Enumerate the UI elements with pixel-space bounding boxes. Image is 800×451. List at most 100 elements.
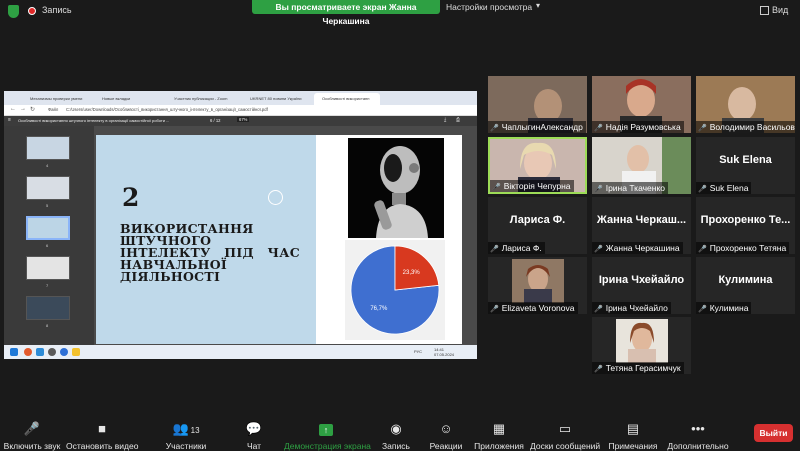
participant-tile[interactable]: Лариса Ф. 🎤 Лариса Ф. <box>488 197 587 254</box>
browser-tab-active[interactable]: Особливості використанн <box>314 93 380 105</box>
share-banner: Вы просматриваете экран Жанна Черкашина <box>252 0 440 26</box>
more-button[interactable]: ••• Дополнительно <box>666 408 730 451</box>
browser-tab[interactable]: Участник публикации - Zoom <box>166 93 238 105</box>
forward-arrow-icon[interactable]: → <box>20 106 26 112</box>
print-icon[interactable]: ⎙ <box>456 117 460 123</box>
recording-label: Запись <box>42 5 72 15</box>
mic-muted-icon: 🎤 <box>594 186 603 193</box>
pdf-title: Особливості використання штучного інтеле… <box>18 118 170 123</box>
participant-tile[interactable]: 🎤 Володимир Васильов... <box>696 76 795 133</box>
pdf-thumbnail[interactable] <box>26 256 70 280</box>
camera-icon: ■ <box>98 421 106 436</box>
notes-button[interactable]: ▤ Примечания <box>608 408 658 451</box>
windows-taskbar: РУС 14:41 07.05.2024 <box>4 345 477 359</box>
meeting-toolbar: 🎤 Включить звук ■ Остановить видео 👥 13 У… <box>0 408 800 451</box>
participant-tile[interactable]: Жанна Черкаш... 🎤 Жанна Черкашина <box>592 197 691 254</box>
participant-tile[interactable]: Прохоренко Те... 🎤 Прохоренко Тетяна <box>696 197 795 254</box>
pdf-slide: 2 ВИКОРИСТАННЯ ШТУЧНОГО ІНТЕЛЕКТУ ПІД ЧА… <box>96 135 462 344</box>
app-icon[interactable] <box>24 348 32 356</box>
share-screen-button[interactable]: ↑ Демонстрация экрана <box>284 408 371 451</box>
leave-button[interactable]: Выйти <box>754 424 793 442</box>
reactions-icon: ☺ <box>439 421 453 436</box>
view-settings-button[interactable]: Настройки просмотра <box>446 2 532 12</box>
record-icon: ◉ <box>390 421 402 436</box>
participant-tile-active-speaker[interactable]: 🎤 Вікторія Чепурна <box>488 137 587 194</box>
pdf-thumbnail-sidebar: 4 5 6 7 8 <box>4 126 94 345</box>
thumbnail-number: 5 <box>46 203 49 208</box>
mic-muted-icon: 🎤 <box>594 246 603 253</box>
record-button[interactable]: ◉ Запись <box>380 408 412 451</box>
participants-button[interactable]: 👥 13 Участники <box>160 408 212 451</box>
participant-tile[interactable]: 🎤 Ірина Ткаченко <box>592 137 691 194</box>
mic-muted-icon: 🎤 <box>594 125 603 132</box>
participant-display-name: Лариса Ф. <box>509 214 566 226</box>
pdf-thumbnail-selected[interactable] <box>26 216 70 240</box>
chevron-down-icon[interactable]: ▾ <box>536 1 540 10</box>
participant-display-name: Прохоренко Те... <box>700 214 791 226</box>
download-icon[interactable]: ⤓ <box>444 117 446 123</box>
app-icon[interactable] <box>36 348 44 356</box>
app-icon[interactable] <box>48 348 56 356</box>
folder-icon[interactable] <box>72 348 80 356</box>
thumbnail-number: 8 <box>46 323 49 328</box>
windows-start-icon[interactable] <box>10 348 18 356</box>
apps-button[interactable]: ▦ Приложения <box>474 408 524 451</box>
taskbar-date: 07.05.2024 <box>434 352 455 357</box>
mic-muted-icon: 🎤 <box>698 246 707 253</box>
menu-icon[interactable]: ≡ <box>8 117 11 123</box>
participants-icon: 👥 13 <box>172 421 200 436</box>
address-text: C:/Users/user/Downloads/Особливості_вико… <box>66 107 268 112</box>
pie-slice <box>394 245 440 291</box>
pie-slice-label: 23,3% <box>403 270 421 276</box>
reload-icon[interactable]: ↻ <box>30 106 35 113</box>
pdf-page-indicator[interactable]: 6 / 12 <box>210 118 220 123</box>
stop-video-button[interactable]: ■ Остановить видео <box>66 408 138 451</box>
pie-slice-label: 76,7% <box>370 306 388 312</box>
whiteboard-icon: ▭ <box>558 421 572 436</box>
browser-icon[interactable] <box>60 348 68 356</box>
browser-tab[interactable]: UKRNET 80 новини України <box>242 93 312 105</box>
view-button[interactable]: Вид <box>772 5 788 15</box>
mic-muted-icon: 🎤 <box>23 421 41 436</box>
slide-title: ВИКОРИСТАННЯ ШТУЧНОГО ІНТЕЛЕКТУ ПІД ЧАС … <box>120 221 300 284</box>
participant-tile[interactable]: Ірина Чхейайло 🎤 Ірина Чхейайло <box>592 257 691 314</box>
pdf-zoom[interactable]: 67% <box>237 117 250 122</box>
chat-icon: 💬 <box>245 421 263 436</box>
participant-display-name: Suk Elena <box>719 154 772 166</box>
robot-image <box>348 138 444 238</box>
participant-tile[interactable]: Кулимина 🎤 Кулимина <box>696 257 795 314</box>
address-prefix: Файл <box>48 107 59 112</box>
browser-tab[interactable]: Новые вкладки <box>94 93 160 105</box>
participant-tile[interactable]: 🎤 Тетяна Герасимчук <box>592 317 691 374</box>
pdf-thumbnail[interactable] <box>26 136 70 160</box>
participant-tile[interactable]: 🎤 ЧаплыгинАлександр <box>488 76 587 133</box>
view-grid-icon[interactable] <box>760 6 769 15</box>
participant-tile[interactable]: 🎤 Надія Разумовська <box>592 76 691 133</box>
browser-tab[interactable]: Механизмы проверки умени <box>22 93 88 105</box>
unmute-button[interactable]: 🎤 Включить звук <box>2 408 62 451</box>
pdf-thumbnail[interactable] <box>26 296 70 320</box>
mic-muted-icon: 🎤 <box>594 366 603 373</box>
participant-tile[interactable]: 🎤 Elizaveta Voronova <box>488 257 587 314</box>
participant-name: 🎤 Тетяна Герасимчук <box>592 362 684 374</box>
participant-name: 🎤 Ірина Чхейайло <box>592 302 671 314</box>
mic-muted-icon: 🎤 <box>492 184 501 191</box>
participant-name: 🎤 Володимир Васильов... <box>696 121 795 133</box>
whiteboards-button[interactable]: ▭ Доски сообщений <box>530 408 600 451</box>
shield-icon[interactable] <box>8 5 19 18</box>
pdf-thumbnail[interactable] <box>26 176 70 200</box>
language-indicator[interactable]: РУС <box>414 349 422 354</box>
participant-name: 🎤 Suk Elena <box>696 182 752 194</box>
chat-button[interactable]: 💬 Чат <box>238 408 270 451</box>
apps-icon: ▦ <box>492 421 506 436</box>
shared-screen[interactable]: Механизмы проверки умени Новые вкладки У… <box>4 91 477 359</box>
participant-name: 🎤 Вікторія Чепурна <box>490 180 574 192</box>
pie-svg: 76,7% 23,3% <box>350 245 440 335</box>
power-icon <box>268 190 283 205</box>
participant-display-name: Кулимина <box>718 274 773 286</box>
address-bar[interactable]: ← → ↻ Файл C:/Users/user/Downloads/Особл… <box>4 105 477 116</box>
mic-muted-icon: 🎤 <box>490 125 499 132</box>
reactions-button[interactable]: ☺ Реакции <box>426 408 466 451</box>
participant-tile[interactable]: Suk Elena 🎤 Suk Elena <box>696 137 795 194</box>
back-arrow-icon[interactable]: ← <box>10 106 16 112</box>
